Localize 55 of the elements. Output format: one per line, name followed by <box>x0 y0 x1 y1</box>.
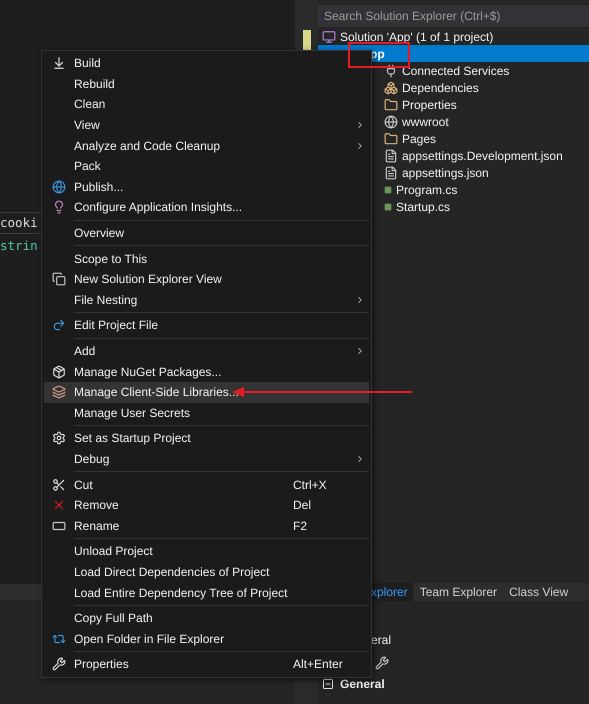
lightbulb-icon <box>52 200 66 214</box>
menu-item[interactable]: Cut Ctrl+X <box>44 474 369 495</box>
download-icon <box>52 56 66 70</box>
menu-item[interactable]: Manage Client-Side Libraries... <box>44 382 369 402</box>
panel-tab[interactable]: Class View <box>504 583 574 601</box>
menu-item[interactable]: Copy Full Path <box>44 608 369 628</box>
copy-icon <box>52 272 66 286</box>
boxes-icon <box>384 80 398 94</box>
menu-item[interactable]: Add <box>44 340 369 362</box>
folder-icon <box>384 132 398 146</box>
menu-item[interactable]: Remove Del <box>44 494 369 516</box>
square-icon <box>384 202 392 210</box>
tree-item[interactable]: Solution 'App' (1 of 1 project) <box>318 28 589 45</box>
menu-item[interactable]: Edit Project File <box>44 315 369 336</box>
shortcut-label: Ctrl+X <box>293 478 328 492</box>
curved-arrow-icon <box>52 318 66 332</box>
layers-icon <box>52 385 66 400</box>
panel-tab[interactable]: Team Explorer <box>414 583 502 601</box>
menu-item[interactable]: Debug <box>44 448 369 470</box>
section-heading: General <box>340 677 385 691</box>
shortcut-label: Alt+Enter <box>293 657 344 672</box>
file-icon <box>384 166 398 180</box>
menu-item[interactable]: File Nesting <box>44 290 369 310</box>
monitor-icon <box>322 30 336 44</box>
menu-item[interactable]: Load Direct Dependencies of Project <box>44 562 369 582</box>
menu-item[interactable]: New Solution Explorer View <box>44 268 369 290</box>
plug-icon <box>384 64 398 78</box>
menu-item[interactable]: Unload Project <box>44 541 369 562</box>
menu-item[interactable]: Set as Startup Project <box>44 428 369 449</box>
settings-icon <box>52 431 66 446</box>
highlight-rectangle <box>348 42 410 68</box>
collapse-icon[interactable] <box>322 678 334 690</box>
panel-title: eral <box>371 633 392 647</box>
menu-item[interactable]: Open Folder in File Explorer <box>44 628 369 650</box>
menu-item[interactable]: Overview <box>44 222 369 244</box>
shortcut-label: Del <box>293 498 312 512</box>
menu-item[interactable]: Manage NuGet Packages... <box>44 361 369 382</box>
folder-icon <box>384 98 398 112</box>
file-icon <box>384 148 398 162</box>
menu-item[interactable]: Manage User Secrets <box>44 402 369 424</box>
wrench-icon <box>52 657 66 672</box>
menu-item[interactable]: Scope to This <box>44 248 369 269</box>
package-icon <box>52 364 66 379</box>
search-field[interactable]: Search Solution Explorer (Ctrl+$) <box>318 5 589 27</box>
menu-item[interactable]: Properties Alt+Enter <box>44 654 369 675</box>
shortcut-label: F2 <box>293 518 308 533</box>
menu-item[interactable]: Load Entire Dependency Tree of Project <box>44 582 369 603</box>
code-line: cooki <box>0 215 38 230</box>
menu-item[interactable]: Rename F2 <box>44 515 369 536</box>
code-line: strin <box>0 238 38 253</box>
globe-icon <box>384 114 398 128</box>
scissors-icon <box>52 478 66 492</box>
wrench-icon <box>375 656 389 670</box>
globe-icon <box>52 180 66 194</box>
square-icon <box>384 186 392 194</box>
